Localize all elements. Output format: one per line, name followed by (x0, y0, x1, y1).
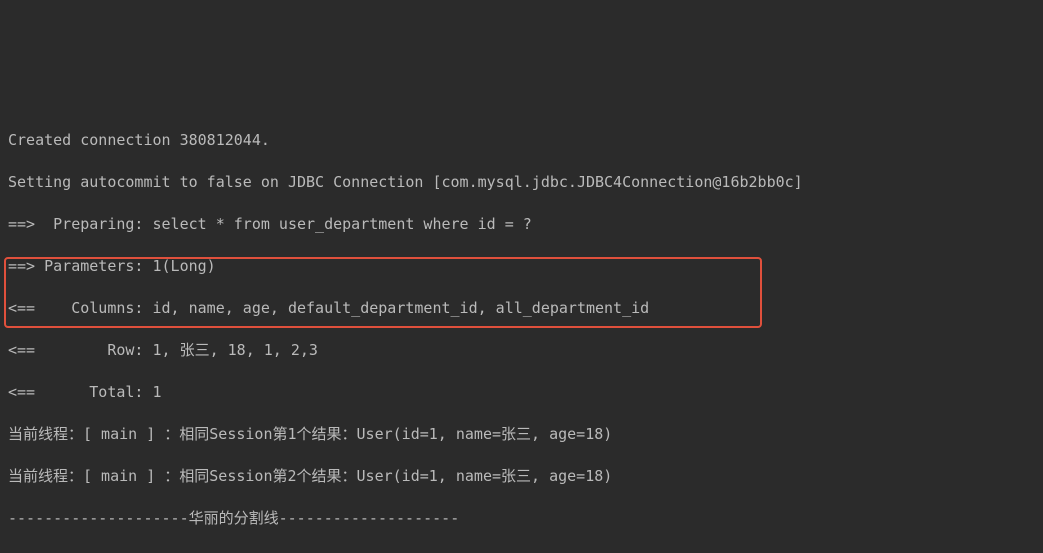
log-line-sql-total: <== Total: 1 (8, 382, 1035, 403)
log-line-sql-row: <== Row: 1, 张三, 18, 1, 2,3 (8, 340, 1035, 361)
log-line-sql-columns: <== Columns: id, name, age, default_depa… (8, 298, 1035, 319)
log-line-result-2: 当前线程：[ main ] ：相同Session第2个结果：User(id=1,… (8, 466, 1035, 487)
log-line-sql-params: ==> Parameters: 1(Long) (8, 256, 1035, 277)
log-line-sql-prepare: ==> Preparing: select * from user_depart… (8, 214, 1035, 235)
log-line-divider: --------------------华丽的分割线--------------… (8, 508, 1035, 529)
log-line: Setting autocommit to false on JDBC Conn… (8, 172, 1035, 193)
terminal-output[interactable]: Created connection 380812044. Setting au… (0, 105, 1043, 553)
log-line: Created connection 380812044. (8, 130, 1035, 151)
log-line-result-1: 当前线程：[ main ] ：相同Session第1个结果：User(id=1,… (8, 424, 1035, 445)
